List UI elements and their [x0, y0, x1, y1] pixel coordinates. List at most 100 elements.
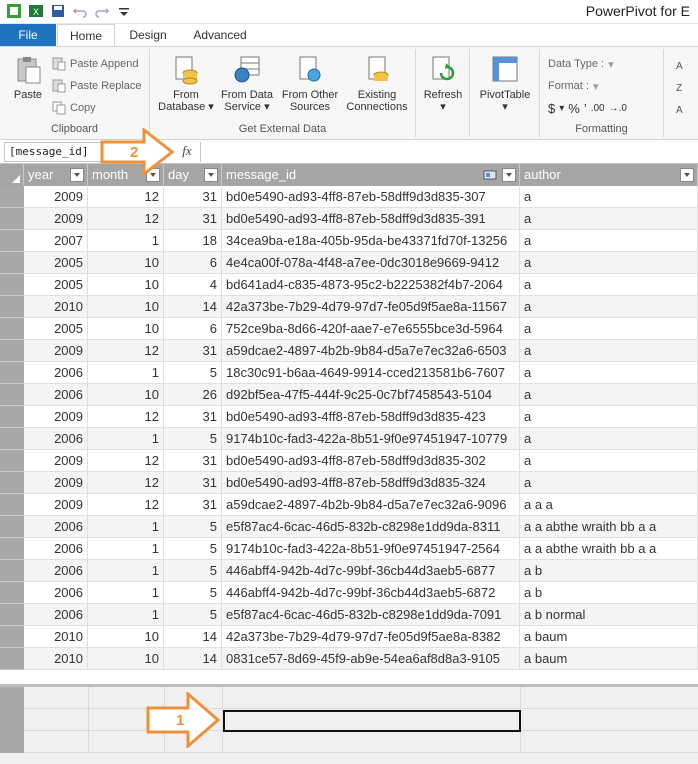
data-type-dropdown[interactable]: Data Type : ▾ — [548, 55, 614, 73]
table-row[interactable]: 2006 1 5 9174b10c-fad3-422a-8b51-9f0e974519… — [24, 538, 698, 560]
row-header[interactable] — [0, 318, 24, 340]
table-row[interactable]: 2006 1 5 18c30c91-b6aa-4649-9914-cced213581… — [24, 362, 698, 384]
table-cell[interactable]: 2009 — [24, 340, 88, 362]
table-cell[interactable]: 2005 — [24, 274, 88, 296]
select-all-corner[interactable] — [0, 164, 24, 186]
table-cell[interactable]: 10 — [88, 318, 164, 340]
table-cell[interactable]: a — [520, 318, 698, 340]
table-cell[interactable]: 1 — [88, 582, 164, 604]
table-row[interactable]: 2009 12 31 bd0e5490-ad93-4ff8-87eb-58dff9d3… — [24, 472, 698, 494]
row-header[interactable] — [0, 626, 24, 648]
table-cell[interactable]: 1 — [88, 230, 164, 252]
tab-home[interactable]: Home — [57, 24, 115, 46]
table-cell[interactable]: 2006 — [24, 362, 88, 384]
table-cell[interactable]: a — [520, 450, 698, 472]
table-cell[interactable]: a — [520, 384, 698, 406]
row-header[interactable] — [0, 604, 24, 626]
table-cell[interactable]: 42a373be-7b29-4d79-97d7-fe05d9f5ae8a-838… — [222, 626, 520, 648]
table-cell[interactable]: 2009 — [24, 450, 88, 472]
table-row[interactable]: 2010 10 14 0831ce57-8d69-45f9-ab9e-54ea6af8… — [24, 648, 698, 670]
row-header[interactable] — [0, 186, 24, 208]
table-cell[interactable]: 2006 — [24, 384, 88, 406]
table-cell[interactable]: bd0e5490-ad93-4ff8-87eb-58dff9d3d835-391 — [222, 208, 520, 230]
table-cell[interactable]: a baum — [520, 648, 698, 670]
table-row[interactable]: 2006 10 26 d92bf5ea-47f5-444f-9c25-0c7bf745… — [24, 384, 698, 406]
undo-icon[interactable] — [72, 3, 88, 19]
table-cell[interactable]: 18c30c91-b6aa-4649-9914-cced213581b6-760… — [222, 362, 520, 384]
table-cell[interactable]: a a a — [520, 494, 698, 516]
paste-replace-button[interactable]: Paste Replace — [52, 77, 142, 95]
table-cell[interactable]: 2006 — [24, 560, 88, 582]
table-cell[interactable]: 5 — [164, 560, 222, 582]
table-cell[interactable]: 12 — [88, 450, 164, 472]
row-header[interactable] — [0, 428, 24, 450]
table-cell[interactable]: 1 — [88, 362, 164, 384]
table-row[interactable]: 2009 12 31 a59dcae2-4897-4b2b-9b84-d5a7e7ec… — [24, 340, 698, 362]
row-header[interactable] — [0, 274, 24, 296]
table-cell[interactable]: a b normal — [520, 604, 698, 626]
table-cell[interactable]: 5 — [164, 428, 222, 450]
table-cell[interactable]: 10 — [88, 384, 164, 406]
table-cell[interactable]: bd0e5490-ad93-4ff8-87eb-58dff9d3d835-302 — [222, 450, 520, 472]
tab-design[interactable]: Design — [120, 24, 176, 46]
from-data-service-button[interactable]: From Data Service ▾ — [216, 55, 278, 113]
table-cell[interactable]: 5 — [164, 582, 222, 604]
table-cell[interactable]: bd0e5490-ad93-4ff8-87eb-58dff9d3d835-307 — [222, 186, 520, 208]
table-cell[interactable]: 31 — [164, 406, 222, 428]
table-cell[interactable]: a — [520, 296, 698, 318]
table-cell[interactable]: 4 — [164, 274, 222, 296]
table-cell[interactable]: 12 — [88, 406, 164, 428]
column-header-author[interactable]: author — [520, 164, 698, 186]
table-cell[interactable]: 14 — [164, 296, 222, 318]
table-cell[interactable]: 2009 — [24, 186, 88, 208]
table-cell[interactable]: 2010 — [24, 626, 88, 648]
row-header[interactable] — [0, 450, 24, 472]
table-cell[interactable]: a baum — [520, 626, 698, 648]
table-cell[interactable]: a59dcae2-4897-4b2b-9b84-d5a7e7ec32a6-909… — [222, 494, 520, 516]
table-row[interactable]: 2010 10 14 42a373be-7b29-4d79-97d7-fe05d9f5… — [24, 626, 698, 648]
table-cell[interactable]: 10 — [88, 626, 164, 648]
customize-qat-icon[interactable] — [116, 3, 132, 19]
table-cell[interactable]: d92bf5ea-47f5-444f-9c25-0c7bf7458543-510… — [222, 384, 520, 406]
row-header[interactable] — [0, 208, 24, 230]
table-cell[interactable]: 31 — [164, 472, 222, 494]
table-cell[interactable]: a — [520, 230, 698, 252]
table-cell[interactable]: 12 — [88, 494, 164, 516]
table-cell[interactable]: 5 — [164, 516, 222, 538]
row-header[interactable] — [0, 340, 24, 362]
table-cell[interactable]: 42a373be-7b29-4d79-97d7-fe05d9f5ae8a-115… — [222, 296, 520, 318]
redo-icon[interactable] — [94, 3, 110, 19]
table-cell[interactable]: 31 — [164, 340, 222, 362]
table-cell[interactable]: 2005 — [24, 318, 88, 340]
table-cell[interactable]: 1 — [88, 538, 164, 560]
table-cell[interactable]: 5 — [164, 538, 222, 560]
table-cell[interactable]: 14 — [164, 626, 222, 648]
row-header[interactable] — [0, 296, 24, 318]
row-header[interactable] — [0, 230, 24, 252]
decrease-decimal-button[interactable]: →.0 — [609, 103, 627, 114]
table-cell[interactable]: 1 — [88, 516, 164, 538]
table-cell[interactable]: 2009 — [24, 208, 88, 230]
from-other-sources-button[interactable]: From Other Sources — [278, 55, 342, 113]
percent-button[interactable]: % — [568, 101, 580, 116]
table-cell[interactable]: a — [520, 428, 698, 450]
row-header[interactable] — [0, 362, 24, 384]
table-cell[interactable]: a59dcae2-4897-4b2b-9b84-d5a7e7ec32a6-650… — [222, 340, 520, 362]
from-database-button[interactable]: From Database ▾ — [156, 55, 216, 113]
table-cell[interactable]: 5 — [164, 362, 222, 384]
table-cell[interactable]: 31 — [164, 186, 222, 208]
table-cell[interactable]: 2009 — [24, 472, 88, 494]
tab-advanced[interactable]: Advanced — [186, 24, 254, 46]
table-row[interactable]: 2006 1 5 9174b10c-fad3-422a-8b51-9f0e974519… — [24, 428, 698, 450]
table-row[interactable]: 2006 1 5 e5f87ac4-6cac-46d5-832b-c8298e1dd9… — [24, 516, 698, 538]
table-cell[interactable]: a — [520, 362, 698, 384]
table-cell[interactable]: 9174b10c-fad3-422a-8b51-9f0e97451947-107… — [222, 428, 520, 450]
table-cell[interactable]: a — [520, 252, 698, 274]
table-cell[interactable]: 26 — [164, 384, 222, 406]
table-row[interactable]: 2009 12 31 bd0e5490-ad93-4ff8-87eb-58dff9d3… — [24, 186, 698, 208]
table-cell[interactable]: 6 — [164, 252, 222, 274]
table-cell[interactable]: 446abff4-942b-4d7c-99bf-36cb44d3aeb5-687… — [222, 560, 520, 582]
table-cell[interactable]: 12 — [88, 186, 164, 208]
filter-dropdown-icon[interactable] — [70, 168, 84, 182]
filter-dropdown-icon[interactable] — [502, 168, 516, 182]
